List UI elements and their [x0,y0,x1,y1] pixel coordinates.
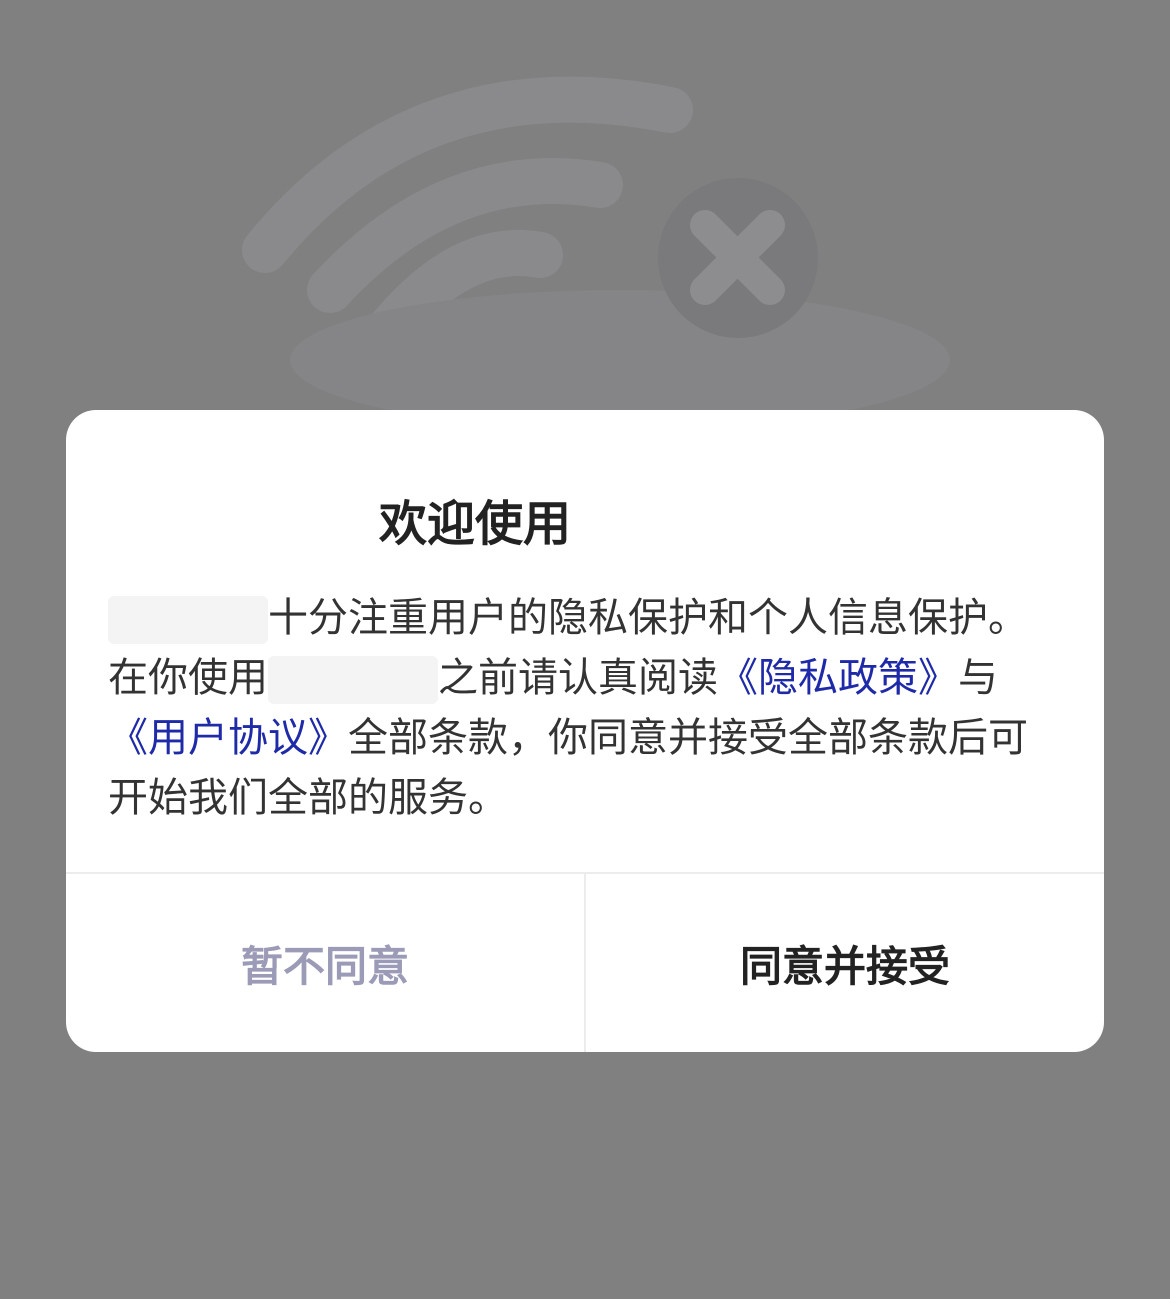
privacy-consent-dialog: 欢迎使用 十分注重用户的隐私保护和个人信息保护。在你使用 之前请认真阅读《隐私政策… [66,410,1104,1052]
dialog-title: 欢迎使用 [66,498,1104,551]
dialog-body: 十分注重用户的隐私保护和个人信息保护。在你使用 之前请认真阅读《隐私政策》与《用户… [108,588,1048,828]
dialog-title-text: 欢迎使用 [378,496,571,552]
user-agreement-link[interactable]: 《用户协议》 [108,715,348,761]
body-text-part2: 之前请认真阅读 [438,655,718,701]
redacted-app-name [571,503,791,551]
redacted-app-name [108,596,268,644]
decline-button[interactable]: 暂不同意 [66,874,584,1052]
accept-button[interactable]: 同意并接受 [586,874,1104,1052]
privacy-policy-link[interactable]: 《隐私政策》 [718,655,958,701]
redacted-app-name [268,656,438,704]
body-connector: 与 [958,655,998,701]
